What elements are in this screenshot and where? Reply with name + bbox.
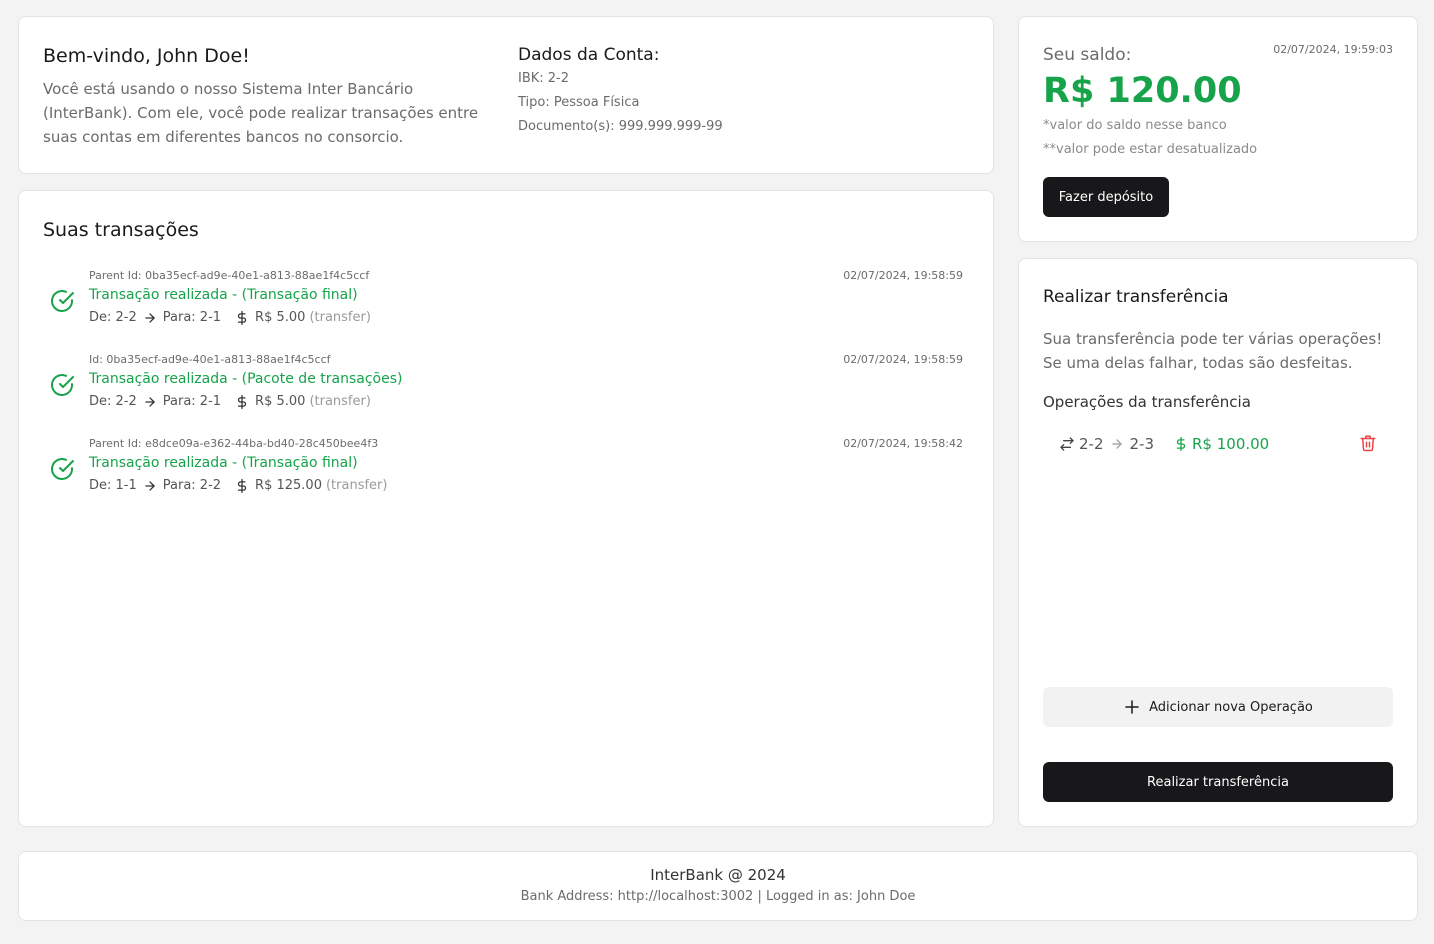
arrow-right-icon <box>145 312 155 323</box>
welcome-title: Bem-vindo, John Doe! <box>43 45 250 67</box>
swap-icon <box>1060 437 1074 451</box>
transaction-from: De: 2-2 <box>89 394 137 409</box>
transaction-amount: R$ 5.00 <box>255 310 306 325</box>
welcome-description: Você está usando o nosso Sistema Inter B… <box>43 80 479 146</box>
transaction-status: Transação realizada - (Transação final) <box>89 287 358 303</box>
transaction-from: De: 1-1 <box>89 478 137 493</box>
trash-icon[interactable] <box>1359 433 1377 453</box>
transaction-detail: De: 2-2 Para: 2-1 R$ 5.00 (transfer) <box>89 310 371 325</box>
balance-note-1: *valor do saldo nesse banco <box>1043 118 1227 133</box>
footer: InterBank @ 2024 Bank Address: http://lo… <box>18 851 1418 921</box>
add-operation-label: Adicionar nova Operação <box>1149 699 1313 715</box>
transactions-title: Suas transações <box>43 219 199 241</box>
welcome-card: Bem-vindo, John Doe! Você está usando o … <box>18 16 994 174</box>
transaction-status: Transação realizada - (Transação final) <box>89 455 358 471</box>
transfer-card: Realizar transferência Sua transferência… <box>1018 258 1418 827</box>
balance-amount: R$ 120.00 <box>1043 71 1242 111</box>
deposit-button[interactable]: Fazer depósito <box>1043 177 1169 217</box>
operations-title: Operações da transferência <box>1043 393 1251 411</box>
transaction-from: De: 2-2 <box>89 310 137 325</box>
account-ibk: IBK: 2-2 <box>518 71 570 86</box>
transaction-date: 02/07/2024, 19:58:59 <box>843 353 963 366</box>
balance-label: Seu saldo: <box>1043 45 1132 65</box>
transfer-title: Realizar transferência <box>1043 287 1229 307</box>
transaction-amount: R$ 125.00 <box>255 478 322 493</box>
dollar-icon <box>237 478 247 493</box>
transaction-detail: De: 1-1 Para: 2-2 R$ 125.00 (transfer) <box>89 478 387 493</box>
dollar-icon <box>1176 437 1186 451</box>
operation-to: 2-3 <box>1129 435 1155 453</box>
transaction-to: Para: 2-2 <box>162 478 222 493</box>
transaction-to: Para: 2-1 <box>162 394 222 409</box>
transaction-id: Id: 0ba35ecf-ad9e-40e1-a813-88ae1f4c5ccf <box>89 353 331 366</box>
plus-icon <box>1125 700 1139 714</box>
transaction-date: 02/07/2024, 19:58:42 <box>843 437 963 450</box>
transaction-kind: (transfer) <box>309 394 371 409</box>
operation-from: 2-2 <box>1079 435 1104 453</box>
balance-note-2: **valor pode estar desatualizado <box>1043 142 1258 157</box>
check-circle-icon <box>51 458 74 480</box>
transaction-kind: (transfer) <box>309 310 371 325</box>
arrow-right-icon <box>145 480 155 491</box>
transfer-description: Sua transferência pode ter várias operaç… <box>1043 330 1383 372</box>
operation-amount: R$ 100.00 <box>1192 435 1270 453</box>
check-circle-icon <box>51 374 74 396</box>
arrow-right-icon <box>1111 439 1122 449</box>
account-documents: Documento(s): 999.999.999-99 <box>518 119 723 134</box>
transaction-amount: R$ 5.00 <box>255 394 306 409</box>
add-operation-button[interactable]: Adicionar nova Operação <box>1043 687 1393 727</box>
transaction-item: Id: 0ba35ecf-ad9e-40e1-a813-88ae1f4c5ccf… <box>43 353 963 423</box>
account-data-title: Dados da Conta: <box>518 45 660 65</box>
transaction-item: Parent Id: 0ba35ecf-ad9e-40e1-a813-88ae1… <box>43 269 963 339</box>
transaction-to: Para: 2-1 <box>162 310 222 325</box>
transactions-card: Suas transações Parent Id: 0ba35ecf-ad9e… <box>18 190 994 827</box>
transaction-date: 02/07/2024, 19:58:59 <box>843 269 963 282</box>
arrow-right-icon <box>145 396 155 407</box>
check-circle-icon <box>51 290 74 312</box>
footer-title: InterBank @ 2024 <box>650 866 786 884</box>
dollar-icon <box>237 310 247 325</box>
submit-transfer-button[interactable]: Realizar transferência <box>1043 762 1393 802</box>
transaction-id: Parent Id: 0ba35ecf-ad9e-40e1-a813-88ae1… <box>89 269 370 282</box>
dollar-icon <box>237 394 247 409</box>
balance-card: Seu saldo: 02/07/2024, 19:59:03 R$ 120.0… <box>1018 16 1418 242</box>
transaction-id: Parent Id: e8dce09a-e362-44ba-bd40-28c45… <box>89 437 379 450</box>
transaction-kind: (transfer) <box>325 478 388 493</box>
transaction-detail: De: 2-2 Para: 2-1 R$ 5.00 (transfer) <box>89 394 371 409</box>
transaction-item: Parent Id: e8dce09a-e362-44ba-bd40-28c45… <box>43 437 963 507</box>
footer-info: Bank Address: http://localhost:3002 | Lo… <box>520 889 916 904</box>
account-type: Tipo: Pessoa Física <box>518 95 640 110</box>
balance-timestamp: 02/07/2024, 19:59:03 <box>1273 43 1393 56</box>
operation-item[interactable]: 2-2 2-3 R$ 100.00 <box>1059 433 1389 455</box>
transaction-status: Transação realizada - (Pacote de transaç… <box>89 371 403 387</box>
